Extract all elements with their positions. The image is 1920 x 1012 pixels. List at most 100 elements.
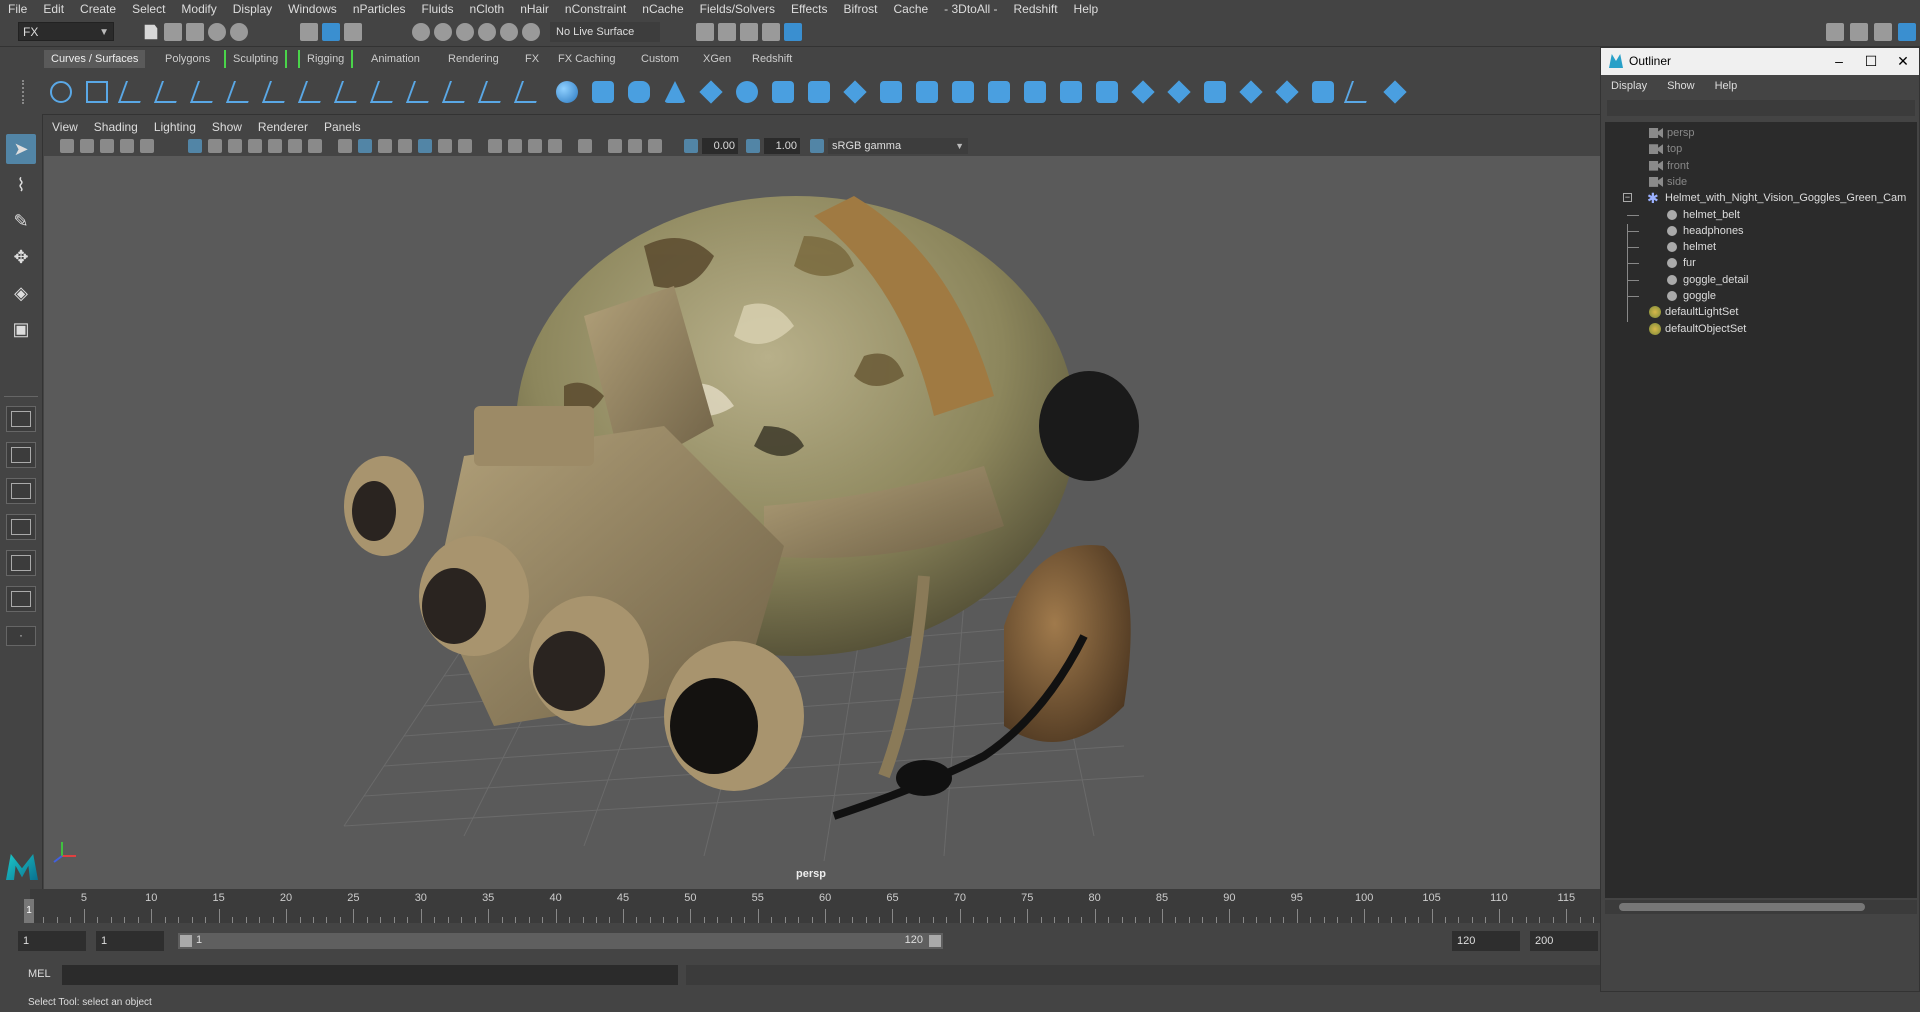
menu-create[interactable]: Create [72,2,124,16]
field-chart-icon[interactable] [268,139,282,153]
animation-start-field[interactable]: 1 [18,931,86,951]
hypershade-icon[interactable] [762,23,780,41]
outliner-mesh-fur[interactable]: fur [1605,254,1917,272]
exposure-field[interactable]: 0.00 [702,138,738,154]
bookmarks-icon[interactable] [120,139,134,153]
outliner-menu-show[interactable]: Show [1657,76,1705,96]
playback-end-field[interactable]: 120 [1452,931,1520,951]
outliner-mesh-helmet-belt[interactable]: helmet_belt [1605,206,1917,224]
menu-bifrost[interactable]: Bifrost [835,2,885,16]
menu-effects[interactable]: Effects [783,2,835,16]
rebuild-curve-icon[interactable] [369,81,401,103]
lasso-tool[interactable]: ⌇ [6,170,36,200]
range-end-handle[interactable] [929,935,941,947]
menu-redshift[interactable]: Redshift [1006,2,1066,16]
pencil-curve-icon[interactable] [189,81,221,103]
outliner-mesh-goggle-detail[interactable]: goggle_detail [1605,271,1917,289]
use-all-lights-icon[interactable] [438,139,452,153]
render-view-icon[interactable] [784,23,802,41]
bevel-plus-icon[interactable] [1024,81,1046,103]
select-camera-icon[interactable] [60,139,74,153]
smooth-shade-icon[interactable] [358,139,372,153]
undo-icon[interactable] [208,23,226,41]
time-ruler[interactable]: 5 10 15 20 25 30 35 40 45 50 55 60 65 70 75 80 85 90 95 100… [30,889,1600,923]
menu-cache[interactable]: Cache [885,2,936,16]
birail-icon[interactable] [916,81,938,103]
boundary-icon[interactable] [952,81,974,103]
snap-view-plane-icon[interactable] [478,23,496,41]
menu-modify[interactable]: Modify [173,2,224,16]
view-transform-dropdown[interactable]: sRGB gamma ▼ [828,138,968,154]
nurbs-sphere-icon[interactable] [556,81,578,103]
nurbs-cone-icon[interactable] [664,81,686,103]
nurbs-cube-icon[interactable] [592,81,614,103]
select-hierarchy-icon[interactable] [300,23,318,41]
xray-joints-icon[interactable] [628,139,642,153]
menu-ncloth[interactable]: nCloth [462,2,513,16]
perspective-viewport[interactable]: persp [44,156,1600,889]
viewport-menu-shading[interactable]: Shading [86,120,146,134]
close-icon[interactable]: ✕ [1891,52,1915,70]
nurbs-plane-icon[interactable] [699,80,723,104]
shelf-tab-fx[interactable]: FX [518,50,546,68]
fillet-curve-icon[interactable] [441,81,473,103]
shelf-tab-rendering[interactable]: Rendering [441,50,506,68]
live-surface-field[interactable]: No Live Surface [550,22,660,42]
range-bar[interactable]: 1 120 [178,933,943,949]
time-slider[interactable]: 5 10 15 20 25 30 35 40 45 50 55 60 65 70 75 80 85 90 95 100… [0,889,1600,923]
menu-help[interactable]: Help [1066,2,1107,16]
outliner-horizontal-scrollbar[interactable] [1605,900,1917,914]
curve-intersect-icon[interactable] [261,81,293,103]
snap-surface-icon[interactable] [500,23,518,41]
trim-tool-icon[interactable] [1131,80,1155,104]
wireframe-on-shaded-icon[interactable] [398,139,412,153]
menu-fields-solvers[interactable]: Fields/Solvers [692,2,783,16]
viewport-menu-renderer[interactable]: Renderer [250,120,316,134]
xray-icon[interactable] [608,139,622,153]
single-perspective-layout-button[interactable] [6,406,36,432]
stitch-icon[interactable] [1275,80,1299,104]
animation-end-field[interactable]: 200 [1530,931,1598,951]
menu-select[interactable]: Select [124,2,173,16]
render-settings-icon[interactable] [740,23,758,41]
extend-surface-icon[interactable] [1096,81,1118,103]
snap-point-icon[interactable] [456,23,474,41]
menu-nconstraint[interactable]: nConstraint [557,2,634,16]
range-start-handle[interactable] [180,935,192,947]
outliner-camera-front[interactable]: front [1605,157,1917,175]
open-scene-icon[interactable] [164,23,182,41]
depth-of-field-icon[interactable] [548,139,562,153]
rotate-tool[interactable]: ◈ [6,278,36,308]
outliner-mesh-helmet[interactable]: helmet [1605,238,1917,256]
viewport-menu-view[interactable]: View [44,120,86,134]
lock-camera-icon[interactable] [80,139,94,153]
screen-space-ao-icon[interactable] [488,139,502,153]
curve-detach-icon[interactable] [333,81,365,103]
curve-tangent-icon[interactable] [513,81,545,103]
nurbs-torus-icon[interactable] [736,81,758,103]
menu-set-dropdown[interactable]: FX ▼ [18,22,114,41]
ep-curve-icon[interactable] [117,81,149,103]
resolution-gate-icon[interactable] [228,139,242,153]
grid-icon[interactable] [188,139,202,153]
new-scene-icon[interactable] [144,24,158,40]
shelf-tab-polygons[interactable]: Polygons [158,50,217,68]
isolate-select-icon[interactable] [578,139,592,153]
snap-curve-icon[interactable] [434,23,452,41]
exposure-icon[interactable] [684,139,698,153]
revolve-icon[interactable] [772,81,794,103]
paint-select-tool[interactable]: ✎ [6,206,36,236]
attach-surface-icon[interactable] [1343,81,1375,103]
planar-icon[interactable] [843,80,867,104]
outliner-mesh-headphones[interactable]: headphones [1605,222,1917,240]
ipr-render-icon[interactable] [718,23,736,41]
gamma-field[interactable]: 1.00 [764,138,800,154]
menu-nparticles[interactable]: nParticles [345,2,414,16]
tool-settings-icon[interactable] [1874,23,1892,41]
multisample-aa-icon[interactable] [528,139,542,153]
square-surface-icon[interactable] [988,81,1010,103]
motion-blur-icon[interactable] [508,139,522,153]
select-object-icon[interactable] [322,23,340,41]
menu-edit[interactable]: Edit [35,2,72,16]
offset-curve-icon[interactable] [405,81,437,103]
